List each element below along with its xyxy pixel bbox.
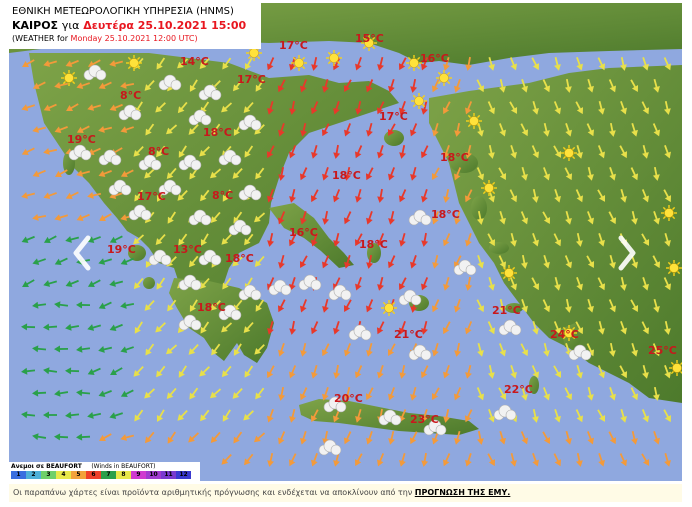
emy-forecast-link[interactable]: ΠΡΟΓΝΩΣΗ ΤΗΣ ΕΜΥ. — [415, 488, 511, 497]
sun-icon — [466, 113, 482, 129]
temperature-label: 17°C — [137, 190, 166, 203]
sun-icon — [561, 145, 577, 161]
temperature-label: 25°C — [648, 344, 677, 357]
beaufort-level-5: 5 — [71, 471, 86, 479]
temperature-label: 21°C — [492, 304, 521, 317]
map-title: ΕΘΝΙΚΗ ΜΕΤΕΩΡΟΛΟΓΙΚΗ ΥΠΗΡΕΣΙΑ (HNMS) ΚΑΙ… — [9, 3, 261, 49]
en-prefix: (WEATHER for — [12, 34, 68, 43]
organization-name: ΕΘΝΙΚΗ ΜΕΤΕΩΡΟΛΟΓΙΚΗ ΥΠΗΡΕΣΙΑ (HNMS) — [12, 6, 234, 17]
temperature-label: 14°C — [180, 55, 209, 68]
sun-icon — [501, 265, 517, 281]
temperature-label: 19°C — [67, 133, 96, 146]
sun-icon — [481, 180, 497, 196]
prev-map-button[interactable] — [71, 235, 93, 271]
weather-map — [9, 3, 682, 481]
beaufort-level-9: 9 — [131, 471, 146, 479]
next-map-button[interactable] — [616, 235, 638, 271]
legend-scale: 1 2 3 4 5 6 7 8 9 10 11 12 — [11, 471, 191, 479]
beaufort-level-3: 3 — [41, 471, 56, 479]
beaufort-level-7: 7 — [101, 471, 116, 479]
weather-title: ΚΑΙΡΟΣ για Δευτέρα 25.10.2021 15:00 — [12, 18, 261, 33]
legend-title: Ανεμοι σε BEAUFORT (Winds in BEAUFORT) — [11, 463, 155, 470]
temperature-label: 18°C — [359, 238, 388, 251]
temperature-label: 23°C — [410, 413, 439, 426]
temperature-label: 8°C — [120, 89, 142, 102]
temperature-label: 18°C — [203, 126, 232, 139]
temperature-label: 17°C — [237, 73, 266, 86]
temperature-label: 17°C — [379, 110, 408, 123]
temperature-label: 20°C — [334, 392, 363, 405]
disclaimer-text: Οι παραπάνω χάρτες είναι προϊόντα αριθμη… — [13, 488, 413, 497]
sun-icon — [291, 55, 307, 71]
legend-title-gr: Ανεμοι σε BEAUFORT — [11, 463, 82, 470]
temperature-label: 22°C — [504, 383, 533, 396]
temperature-label: 18°C — [332, 169, 361, 182]
temperature-label: 19°C — [107, 243, 136, 256]
temperature-label: 18°C — [440, 151, 469, 164]
temperature-label: 13°C — [173, 243, 202, 256]
temperature-label: 16°C — [289, 226, 318, 239]
sun-icon — [436, 70, 452, 86]
beaufort-level-10: 10 — [146, 471, 161, 479]
legend-title-en: (Winds in BEAUFORT) — [91, 463, 156, 470]
beaufort-level-1: 1 — [11, 471, 26, 479]
sun-icon — [661, 205, 677, 221]
beaufort-legend: Ανεμοι σε BEAUFORT (Winds in BEAUFORT) 1… — [9, 462, 200, 481]
temperature-label: 8°C — [212, 189, 234, 202]
temperature-label: 17°C — [279, 39, 308, 52]
temperature-label: 24°C — [550, 328, 579, 341]
chevron-left-icon — [73, 235, 91, 271]
en-date: Monday 25.10.2021 12:00 UTC) — [70, 34, 198, 43]
forecast-date: Δευτέρα 25.10.2021 15:00 — [83, 19, 247, 32]
disclaimer-footer: Οι παραπάνω χάρτες είναι προϊόντα αριθμη… — [9, 484, 682, 502]
chevron-right-icon — [618, 235, 636, 271]
weather-prefix: ΚΑΙΡΟΣ — [12, 19, 59, 32]
beaufort-level-8: 8 — [116, 471, 131, 479]
sun-icon — [666, 260, 682, 276]
forecast-map-viewer: ΕΘΝΙΚΗ ΜΕΤΕΩΡΟΛΟΓΙΚΗ ΥΠΗΡΕΣΙΑ (HNMS) ΚΑΙ… — [9, 3, 682, 481]
temperature-label: 16°C — [420, 52, 449, 65]
beaufort-level-6: 6 — [86, 471, 101, 479]
temperature-label: 21°C — [394, 328, 423, 341]
beaufort-level-2: 2 — [26, 471, 41, 479]
beaufort-level-12: 12 — [176, 471, 191, 479]
temperature-label: 8°C — [148, 145, 170, 158]
weather-subtitle-en: (WEATHER for Monday 25.10.2021 12:00 UTC… — [12, 33, 261, 44]
sun-icon — [411, 93, 427, 109]
land-zakynthos — [143, 277, 155, 289]
temperature-label: 15°C — [355, 32, 384, 45]
sun-icon — [126, 55, 142, 71]
sun-icon — [61, 70, 77, 86]
temperature-label: 18°C — [225, 252, 254, 265]
beaufort-level-11: 11 — [161, 471, 176, 479]
beaufort-level-4: 4 — [56, 471, 71, 479]
temperature-label: 18°C — [197, 301, 226, 314]
sun-icon — [381, 300, 397, 316]
for-word: για — [61, 19, 80, 32]
temperature-label: 18°C — [431, 208, 460, 221]
sun-icon — [326, 50, 342, 66]
